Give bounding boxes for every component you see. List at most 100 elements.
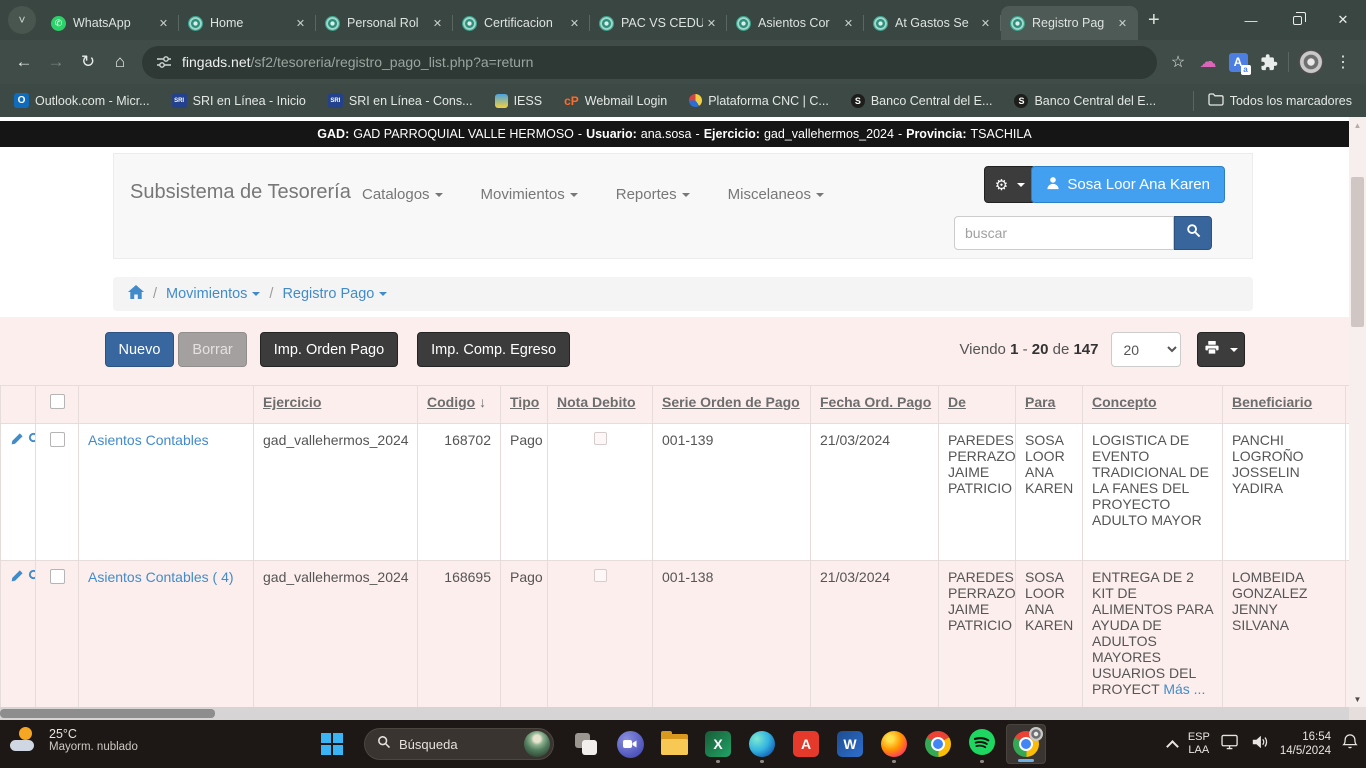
forward-button[interactable]: →	[40, 46, 72, 78]
volume-icon[interactable]	[1251, 734, 1269, 755]
tab-asientos-contables[interactable]: Asientos Cor ✕	[727, 6, 864, 40]
header-serie[interactable]: Serie Orden de Pago	[653, 386, 811, 424]
edit-pencil-icon[interactable]	[10, 569, 24, 586]
menu-miscelaneos[interactable]: Miscelaneos	[728, 186, 824, 203]
row-checkbox[interactable]	[50, 569, 65, 584]
bookmark-sri-inicio[interactable]: SRI SRI en Línea - Inicio	[172, 93, 306, 108]
profile-avatar[interactable]	[1298, 49, 1324, 75]
back-button[interactable]: ←	[8, 46, 40, 78]
spotify-button[interactable]	[962, 724, 1002, 764]
translate-icon[interactable]: A	[1223, 46, 1253, 78]
view-magnifier-icon[interactable]	[28, 569, 36, 586]
start-button[interactable]	[312, 724, 352, 764]
breadcrumb-registro-pago[interactable]: Registro Pago	[282, 286, 387, 302]
close-tab-icon[interactable]: ✕	[292, 15, 309, 32]
home-button[interactable]: ⌂	[104, 46, 136, 78]
bookmark-banco-central-2[interactable]: S Banco Central del E...	[1014, 94, 1156, 108]
tab-search-button[interactable]: ˅	[8, 6, 36, 34]
chrome-button[interactable]	[918, 724, 958, 764]
header-fecha[interactable]: Fecha Ord. Pago	[811, 386, 939, 424]
nota-debito-checkbox[interactable]	[594, 569, 607, 582]
minimize-button[interactable]: —	[1228, 0, 1274, 40]
search-input[interactable]	[954, 216, 1174, 250]
restore-button[interactable]	[1274, 0, 1320, 40]
user-account-button[interactable]: Sosa Loor Ana Karen	[1031, 166, 1225, 203]
scroll-down-icon[interactable]: ▼	[1349, 691, 1366, 707]
menu-movimientos[interactable]: Movimientos	[481, 186, 578, 203]
tab-pac-vs-cedulas[interactable]: PAC VS CEDU ✕	[590, 6, 727, 40]
header-concepto[interactable]: Concepto	[1083, 386, 1223, 424]
close-tab-icon[interactable]: ✕	[429, 15, 446, 32]
imp-comp-egreso-button[interactable]: Imp. Comp. Egreso	[417, 332, 570, 367]
bookmark-webmail[interactable]: cP Webmail Login	[564, 94, 667, 108]
display-icon[interactable]	[1221, 734, 1240, 755]
site-settings-icon[interactable]	[156, 54, 172, 70]
nuevo-button[interactable]: Nuevo	[105, 332, 175, 367]
language-indicator[interactable]: ESPLAA	[1188, 731, 1210, 757]
scroll-up-icon[interactable]: ▲	[1349, 117, 1366, 133]
header-para[interactable]: Para	[1016, 386, 1083, 424]
teams-chat-button[interactable]	[610, 724, 650, 764]
horizontal-scrollbar[interactable]	[0, 707, 1349, 720]
acrobat-button[interactable]: A	[786, 724, 826, 764]
bookmark-iess[interactable]: IESS	[495, 94, 543, 108]
tray-chevron-up-icon[interactable]	[1166, 740, 1179, 753]
mas-link[interactable]: Más ...	[1163, 681, 1205, 697]
close-tab-icon[interactable]: ✕	[977, 15, 994, 32]
settings-gear-button[interactable]: ⚙	[984, 166, 1036, 203]
select-all-checkbox[interactable]	[50, 394, 65, 409]
edit-pencil-icon[interactable]	[10, 432, 24, 449]
bookmark-outlook[interactable]: O Outlook.com - Micr...	[14, 93, 150, 108]
imp-orden-pago-button[interactable]: Imp. Orden Pago	[260, 332, 398, 367]
borrar-button[interactable]: Borrar	[178, 332, 246, 367]
browser-menu-kebab-icon[interactable]: ⋮	[1328, 46, 1358, 78]
bookmark-cnc[interactable]: Plataforma CNC | C...	[689, 94, 829, 108]
header-codigo[interactable]: Codigo ↓	[418, 386, 501, 424]
task-view-button[interactable]	[566, 724, 606, 764]
extensions-puzzle-icon[interactable]	[1253, 46, 1283, 78]
tab-at-gastos[interactable]: At Gastos Se ✕	[864, 6, 1001, 40]
new-tab-button[interactable]: +	[1148, 9, 1160, 32]
close-tab-icon[interactable]: ✕	[566, 15, 583, 32]
notification-bell-icon[interactable]	[1342, 733, 1358, 755]
header-tipo[interactable]: Tipo	[501, 386, 548, 424]
breadcrumb-movimientos[interactable]: Movimientos	[166, 286, 260, 302]
vertical-scrollbar[interactable]: ▲ ▼	[1349, 117, 1366, 707]
page-size-select[interactable]: 20	[1111, 332, 1181, 367]
clock[interactable]: 16:5414/5/2024	[1280, 730, 1331, 758]
search-highlight-image[interactable]	[524, 731, 550, 757]
close-tab-icon[interactable]: ✕	[703, 15, 720, 32]
bookmark-sri-consultas[interactable]: SRI SRI en Línea - Cons...	[328, 93, 473, 108]
tab-personal-rol[interactable]: Personal Rol ✕	[316, 6, 453, 40]
tab-home[interactable]: Home ✕	[179, 6, 316, 40]
search-button[interactable]	[1174, 216, 1212, 250]
asientos-contables-link[interactable]: Asientos Contables ( 4)	[88, 569, 234, 585]
view-magnifier-icon[interactable]	[28, 432, 36, 449]
horizontal-scrollbar-thumb[interactable]	[0, 709, 215, 718]
asientos-contables-link[interactable]: Asientos Contables	[88, 432, 209, 448]
chrome-active-button[interactable]	[1006, 724, 1046, 764]
header-beneficiario[interactable]: Beneficiario	[1223, 386, 1346, 424]
firefox-button[interactable]	[874, 724, 914, 764]
close-tab-icon[interactable]: ✕	[1114, 15, 1131, 32]
close-tab-icon[interactable]: ✕	[840, 15, 857, 32]
extension-cloud-icon[interactable]: ☁	[1193, 46, 1223, 78]
menu-catalogos[interactable]: Catalogos	[362, 186, 443, 203]
nota-debito-checkbox[interactable]	[594, 432, 607, 445]
header-ejercicio[interactable]: Ejercicio	[254, 386, 418, 424]
tab-certificacion[interactable]: Certificacion ✕	[453, 6, 590, 40]
excel-button[interactable]: X	[698, 724, 738, 764]
bookmark-banco-central-1[interactable]: S Banco Central del E...	[851, 94, 993, 108]
file-explorer-button[interactable]	[654, 724, 694, 764]
edge-button[interactable]	[742, 724, 782, 764]
menu-reportes[interactable]: Reportes	[616, 186, 690, 203]
address-bar[interactable]: fingads.net/sf2/tesoreria/registro_pago_…	[142, 46, 1157, 79]
header-de[interactable]: De	[939, 386, 1016, 424]
word-button[interactable]: W	[830, 724, 870, 764]
row-checkbox[interactable]	[50, 432, 65, 447]
close-window-button[interactable]: ✕	[1320, 0, 1366, 40]
home-icon[interactable]	[128, 285, 144, 304]
header-nota-debito[interactable]: Nota Debito	[548, 386, 653, 424]
taskbar-search[interactable]: Búsqueda	[364, 728, 554, 760]
reload-button[interactable]: ↻	[72, 46, 104, 78]
